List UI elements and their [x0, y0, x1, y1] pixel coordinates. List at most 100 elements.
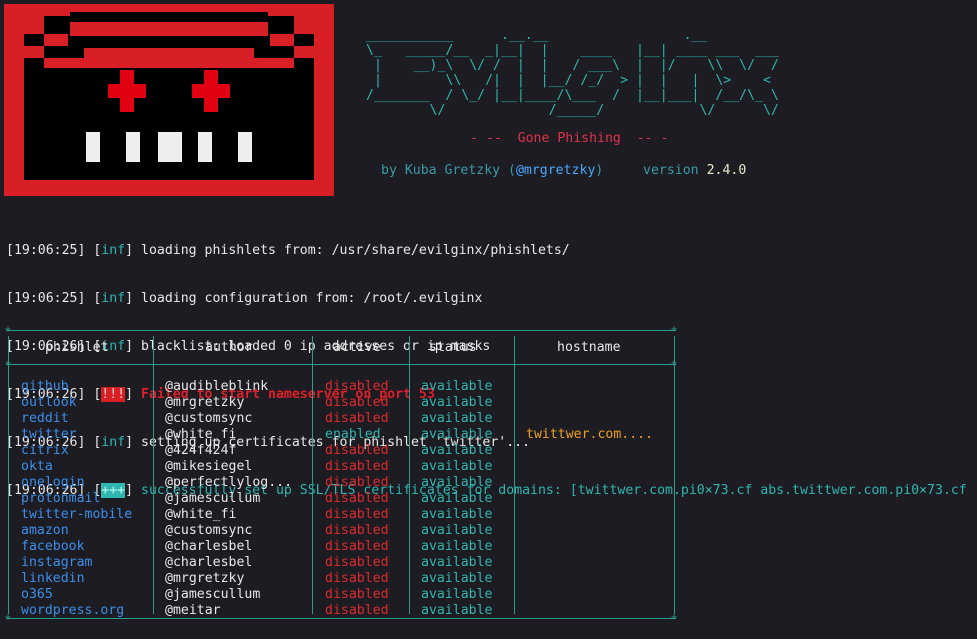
table-cell-author: @perfectlylog...	[165, 475, 293, 490]
table-cell-phishlet: github	[21, 379, 69, 394]
table-cell-author: @mikesiegel	[165, 459, 253, 474]
table-cell-hostname	[526, 395, 653, 411]
hostname-column: twittwer.com....	[526, 379, 653, 619]
column-divider	[153, 336, 154, 614]
table-cell-active: disabled	[325, 411, 389, 426]
table-cell-active: disabled	[325, 523, 389, 538]
table-cell-hostname	[526, 571, 653, 587]
header-author: author	[205, 340, 253, 355]
log-line: [19:06:25] [inf] loading configuration f…	[6, 291, 483, 306]
table-cell-author: @mrgretzky	[165, 571, 245, 586]
status-column: available available available available avai…	[421, 379, 492, 619]
table-cell-hostname	[526, 539, 653, 555]
table-cell-active: disabled	[325, 491, 389, 506]
table-cell-hostname: twittwer.com....	[526, 427, 654, 442]
table-cell-hostname	[526, 587, 653, 603]
table-corner: +	[671, 358, 678, 369]
author-column: @audibleblink @mrgretzky @customsync @white…	[165, 379, 292, 619]
table-cell-status: available	[421, 379, 493, 394]
table-cell-phishlet: twitter-mobile	[21, 507, 133, 522]
table-cell-phishlet: okta	[21, 459, 53, 474]
table-cell-author: @charlesbel	[165, 539, 253, 554]
tagline: - -- Gone Phishing -- -	[470, 131, 669, 146]
table-cell-author: @424f424f	[165, 443, 237, 458]
table-cell-phishlet: instagram	[21, 555, 93, 570]
table-cell-active: disabled	[325, 555, 389, 570]
table-cell-hostname	[526, 507, 653, 523]
table-corner: +	[671, 324, 678, 335]
table-cell-status: available	[421, 443, 493, 458]
table-cell-author: @charlesbel	[165, 555, 253, 570]
log-time: [19:06:25]	[6, 291, 86, 306]
table-cell-status: available	[421, 427, 493, 442]
column-divider	[409, 336, 410, 614]
table-cell-active: disabled	[325, 443, 389, 458]
table-cell-status: available	[421, 571, 493, 586]
table-cell-hostname	[526, 379, 653, 395]
table-cell-phishlet: twitter	[21, 427, 77, 442]
table-cell-active: disabled	[325, 475, 389, 490]
table-cell-active: disabled	[325, 571, 389, 586]
header-hostname: hostname	[557, 340, 621, 355]
author-handle: @mrgretzky	[515, 163, 596, 178]
table-cell-status: available	[421, 411, 493, 426]
log-line: [19:06:25] [inf] loading phishlets from:…	[6, 243, 570, 258]
table-cell-status: available	[421, 603, 493, 618]
table-cell-active: disabled	[325, 459, 389, 474]
table-cell-status: available	[421, 491, 493, 506]
table-cell-hostname	[526, 475, 653, 491]
table-cell-status: available	[421, 507, 493, 522]
table-cell-author: @mrgretzky	[165, 395, 245, 410]
log-time: [19:06:25]	[6, 243, 86, 258]
table-corner: +	[5, 612, 12, 623]
column-divider	[312, 336, 313, 614]
column-divider	[514, 336, 515, 614]
table-cell-hostname	[526, 603, 653, 619]
table-corner: +	[5, 324, 12, 335]
byline: by Kuba Gretzky (@mrgretzky) version 2.4…	[381, 163, 746, 178]
evilginx-ascii-title: ___________ .__.__ .__ \_ _____/__ _|__|…	[366, 28, 779, 118]
table-cell-author: @customsync	[165, 411, 253, 426]
table-cell-author: @audibleblink	[165, 379, 269, 394]
table-cell-author: @customsync	[165, 523, 253, 538]
header-phishlet: phishlet	[45, 340, 109, 355]
evilginx-logo	[4, 4, 334, 196]
table-cell-status: available	[421, 395, 493, 410]
log-message: loading configuration from: /root/.evilg…	[141, 291, 483, 306]
table-cell-hostname	[526, 459, 653, 475]
byline-prefix: by Kuba Gretzky (	[381, 163, 516, 178]
table-cell-active: enabled	[325, 427, 381, 442]
table-cell-status: available	[421, 587, 493, 602]
table-cell-hostname	[526, 411, 653, 427]
header-active: active	[333, 340, 381, 355]
table-cell-active: disabled	[325, 587, 389, 602]
table-cell-phishlet: onelogin	[21, 475, 85, 490]
log-level: inf	[101, 243, 126, 258]
table-cell-active: disabled	[325, 603, 389, 618]
table-cell-author: @jamescullum	[165, 587, 261, 602]
phishlet-column: github outlook reddit twitter citrix okta onel…	[21, 379, 132, 619]
table-cell-hostname	[526, 523, 653, 539]
table-cell-phishlet: citrix	[21, 443, 69, 458]
table-cell-active: disabled	[325, 539, 389, 554]
log-message: loading phishlets from: /usr/share/evilg…	[141, 243, 570, 258]
table-cell-phishlet: facebook	[21, 539, 85, 554]
table-cell-status: available	[421, 523, 493, 538]
table-cell-phishlet: outlook	[21, 395, 77, 410]
table-cell-author: @white_fi	[165, 427, 237, 442]
table-cell-phishlet: amazon	[21, 523, 69, 538]
table-cell-hostname	[526, 555, 653, 571]
table-cell-phishlet: protonmail	[21, 491, 101, 506]
table-cell-phishlet: o365	[21, 587, 53, 602]
table-corner: +	[671, 612, 678, 623]
table-cell-status: available	[421, 459, 493, 474]
phishlets-table: + + + + + + phishlet author active statu…	[5, 322, 678, 628]
table-cell-author: @meitar	[165, 603, 221, 618]
table-cell-status: available	[421, 555, 493, 570]
active-column: disabled disabled disabled enabled disabled d…	[325, 379, 389, 619]
table-border-right	[674, 336, 675, 614]
table-cell-author: @white_fi	[165, 507, 237, 522]
table-border-left	[8, 336, 9, 614]
table-cell-status: available	[421, 539, 493, 554]
table-cell-phishlet: reddit	[21, 411, 69, 426]
